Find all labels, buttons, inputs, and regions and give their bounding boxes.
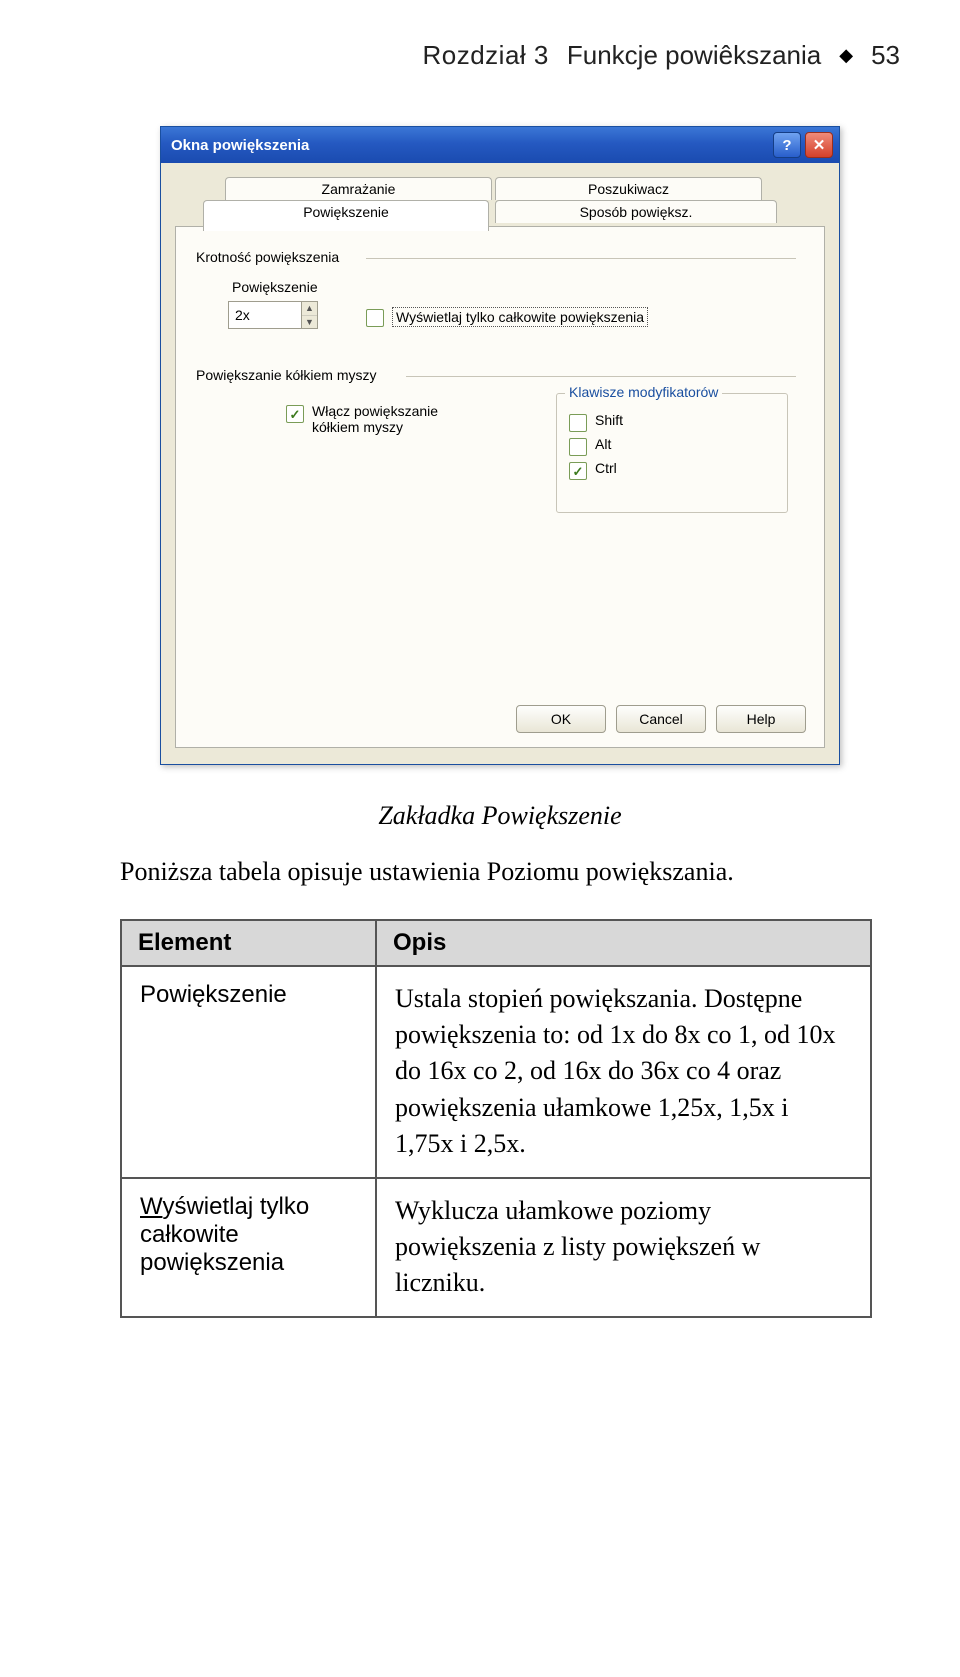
fieldset-modifiers: Klawisze modyfikatorów Shift Alt xyxy=(556,393,788,513)
checkbox-icon[interactable] xyxy=(286,405,304,423)
tab-freeze[interactable]: Zamrażanie xyxy=(225,177,492,200)
dialog-button-row: OK Cancel Help xyxy=(516,705,806,733)
checkbox-shift[interactable]: Shift xyxy=(569,412,775,432)
zoom-stepper[interactable]: ▲ ▼ xyxy=(228,301,318,329)
checkbox-icon[interactable] xyxy=(569,414,587,432)
figure-caption: Zakładka Powiększenie xyxy=(100,801,900,831)
cancel-button[interactable]: Cancel xyxy=(616,705,706,733)
stepper-arrows[interactable]: ▲ ▼ xyxy=(302,301,318,329)
checkbox-enable-wheel[interactable]: Włącz powiększanie kółkiem myszy xyxy=(286,403,486,435)
row-name: Powiększenie xyxy=(121,966,376,1178)
help-button[interactable]: Help xyxy=(716,705,806,733)
tab-label: Sposób powiększ. xyxy=(580,204,693,220)
tab-panel-zoom: Krotność powiększenia Powiększenie ▲ ▼ W… xyxy=(175,226,825,748)
checkbox-icon[interactable] xyxy=(366,309,384,327)
ok-button[interactable]: OK xyxy=(516,705,606,733)
table-header-description: Opis xyxy=(376,920,871,966)
checkbox-label: Wyświetlaj tylko całkowite powiększenia xyxy=(392,307,648,327)
table-row: Powiększenie Ustala stopień powiększania… xyxy=(121,966,871,1178)
page: Rozdział 3 Funkcje powiêkszania ◆ 53 Okn… xyxy=(0,0,960,1677)
fieldset-legend: Klawisze modyfikatorów xyxy=(565,384,722,400)
group-mousewheel: Powiększanie kółkiem myszy xyxy=(196,367,377,383)
chevron-up-icon[interactable]: ▲ xyxy=(302,302,317,316)
tab-label: Poszukiwacz xyxy=(588,181,669,197)
diamond-icon: ◆ xyxy=(839,45,853,66)
tab-label: Powiększenie xyxy=(303,204,389,220)
close-icon[interactable]: ✕ xyxy=(805,132,833,158)
checkbox-label: Ctrl xyxy=(595,460,617,476)
row-desc: Ustala stopień powiększania. Dostępne po… xyxy=(376,966,871,1178)
tab-zoom-mode[interactable]: Sposób powiększ. xyxy=(495,200,777,223)
page-number: 53 xyxy=(871,40,900,71)
help-icon[interactable]: ? xyxy=(773,132,801,158)
checkbox-ctrl[interactable]: Ctrl xyxy=(569,460,775,480)
chevron-down-icon[interactable]: ▼ xyxy=(302,316,317,329)
group-multiplicity: Krotność powiększenia xyxy=(196,249,339,265)
page-header: Rozdział 3 Funkcje powiêkszania ◆ 53 xyxy=(100,40,900,71)
checkbox-whole-only[interactable]: Wyświetlaj tylko całkowite powiększenia xyxy=(366,307,648,327)
row-desc: Wyklucza ułamkowe poziomy powiększenia z… xyxy=(376,1178,871,1317)
checkbox-label: Shift xyxy=(595,412,623,428)
checkbox-label: Alt xyxy=(595,436,611,452)
description-table: Element Opis Powiększenie Ustala stopień… xyxy=(120,919,872,1318)
chapter-label: Rozdział 3 xyxy=(422,40,548,71)
checkbox-label: Włącz powiększanie kółkiem myszy xyxy=(312,403,438,435)
window-title: Okna powiększenia xyxy=(171,137,769,154)
row-name: Wyświetlaj tylko całkowite powiększenia xyxy=(121,1178,376,1317)
tab-label: Zamrażanie xyxy=(322,181,396,197)
zoom-value-input[interactable] xyxy=(228,301,302,329)
dialog-figure: Okna powiększenia ? ✕ Zamrażanie Poszuki… xyxy=(160,126,840,765)
dialog-body: Zamrażanie Poszukiwacz Powiększenie Spos… xyxy=(161,163,839,764)
tab-strip: Zamrażanie Poszukiwacz Powiększenie Spos… xyxy=(175,177,825,227)
dialog-window: Okna powiększenia ? ✕ Zamrażanie Poszuki… xyxy=(160,126,840,765)
header-title: Funkcje powiêkszania xyxy=(567,40,821,71)
titlebar[interactable]: Okna powiększenia ? ✕ xyxy=(161,127,839,163)
intro-paragraph: Poniższa tabela opisuje ustawienia Pozio… xyxy=(120,853,880,891)
tab-finder[interactable]: Poszukiwacz xyxy=(495,177,762,200)
field-label-zoom: Powiększenie xyxy=(232,279,318,295)
checkbox-icon[interactable] xyxy=(569,438,587,456)
tab-zoom[interactable]: Powiększenie xyxy=(203,200,489,231)
table-header-element: Element xyxy=(121,920,376,966)
table-row: Wyświetlaj tylko całkowite powiększenia … xyxy=(121,1178,871,1317)
checkbox-icon[interactable] xyxy=(569,462,587,480)
checkbox-alt[interactable]: Alt xyxy=(569,436,775,456)
